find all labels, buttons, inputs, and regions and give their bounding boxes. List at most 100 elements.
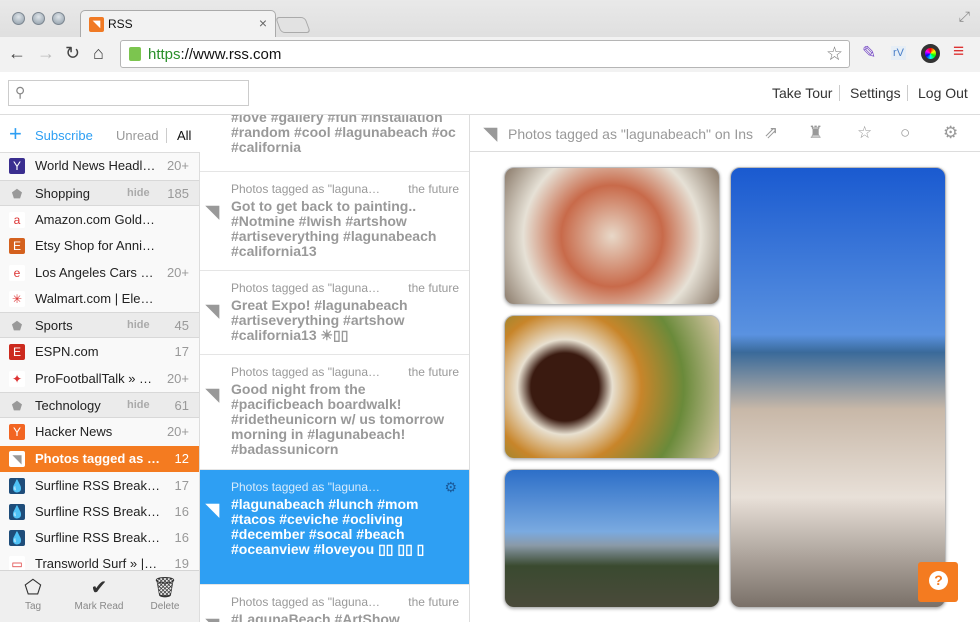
article-source: Photos tagged as "laguna… — [231, 595, 381, 609]
feed-favicon-icon: 💧 — [9, 504, 25, 520]
sidebar-feed[interactable]: a Amazon.com Gold… — [0, 207, 199, 233]
tag-icon: ⬟ — [11, 319, 23, 333]
article-title: #LagunaBeach #ArtShow — [231, 611, 400, 622]
color-extension-icon[interactable] — [921, 44, 940, 63]
hide-group-button[interactable]: hide — [127, 399, 150, 411]
unread-circle-icon[interactable]: ○ — [900, 123, 910, 143]
article-item[interactable]: Photos tagged as "laguna… the future ◥ Grea… — [200, 271, 469, 355]
sidebar-feed[interactable]: 💧 Surfline RSS Break… 17 — [0, 473, 199, 499]
article-toolbar: ◥ Photos tagged as "lagunabeach" on Inst… — [470, 115, 980, 152]
close-tab-icon[interactable]: × — [259, 15, 267, 31]
feed-label: ProFootballTalk » … — [35, 371, 153, 386]
trash-icon: 🗑 — [152, 577, 178, 599]
article-item[interactable]: Photos tagged as "laguna… the future ◥ #Lag… — [200, 585, 469, 622]
share-icon[interactable]: ⇗ — [764, 123, 778, 143]
mark-read-button[interactable]: ✔ Mark Read — [66, 575, 132, 612]
article-view: ◥ Photos tagged as "lagunabeach" on Inst… — [470, 115, 980, 622]
feed-favicon-icon: a — [9, 212, 25, 228]
zoom-window-button[interactable] — [52, 12, 65, 25]
photo-terrace[interactable] — [730, 167, 946, 608]
feed-favicon-icon: E — [9, 344, 25, 360]
sidebar-feed[interactable]: Y World News Headl… 20+ — [0, 153, 199, 179]
feed-favicon-icon: Y — [9, 424, 25, 440]
home-icon[interactable]: ⌂ — [93, 43, 104, 64]
address-bar[interactable]: https://www.rss.com ☆ — [120, 40, 850, 68]
feed-favicon-icon: 💧 — [9, 478, 25, 494]
help-icon: ? — [929, 571, 948, 590]
sidebar-group[interactable]: ⬟ Technology hide 61 — [0, 392, 199, 418]
hide-group-button[interactable]: hide — [127, 187, 150, 199]
checkmark-icon: ✔ — [90, 577, 108, 599]
app-header: ⚲ Take Tour Settings Log Out — [0, 72, 980, 115]
sidebar-feed[interactable]: 💧 Surfline RSS Break… 16 — [0, 499, 199, 525]
photo-ceviche[interactable] — [504, 167, 720, 305]
search-input[interactable]: ⚲ — [8, 80, 249, 106]
feed-favicon-icon: ✦ — [9, 371, 25, 387]
photo-tacos[interactable] — [504, 315, 720, 459]
menu-icon[interactable]: ≡ — [953, 41, 964, 63]
filter-all[interactable]: All — [177, 128, 191, 143]
unread-count: 17 — [174, 344, 189, 359]
tag-icon: ⬟ — [11, 399, 23, 413]
article-title: Great Expo! #lagunabeach #artiseverythin… — [231, 297, 408, 343]
tag-button[interactable]: ⬠ Tag — [0, 575, 66, 612]
photo-coast[interactable] — [504, 469, 720, 608]
feed-label: Los Angeles Cars … — [35, 265, 154, 280]
feed-favicon-icon: ◥ — [9, 451, 25, 467]
sidebar-feed[interactable]: E ESPN.com 17 — [0, 339, 199, 365]
article-source: Photos tagged as "laguna… — [231, 480, 381, 494]
log-out-link[interactable]: Log Out — [918, 85, 968, 101]
tag-icon: ⬟ — [11, 187, 23, 201]
unread-count: 20+ — [166, 265, 189, 280]
feed-label: Amazon.com Gold… — [35, 212, 155, 227]
help-button[interactable]: ? — [918, 562, 958, 602]
feed-label: Surfline RSS Break… — [35, 478, 160, 493]
sidebar-feed[interactable]: e Los Angeles Cars … 20+ — [0, 260, 199, 286]
hide-group-button[interactable]: hide — [127, 319, 150, 331]
lock-icon — [129, 47, 141, 61]
article-item[interactable]: Photos tagged as "laguna… the future ◥ Got … — [200, 172, 469, 271]
sidebar-group[interactable]: ⬟ Shopping hide 185 — [0, 180, 199, 206]
forward-icon[interactable]: → — [37, 43, 55, 64]
sidebar-feed[interactable]: ◥ Photos tagged as … 12 — [0, 446, 199, 472]
gear-icon[interactable]: ⚙ — [444, 479, 457, 496]
take-tour-link[interactable]: Take Tour — [772, 85, 832, 101]
unread-count: 45 — [174, 318, 189, 333]
article-feed-title[interactable]: Photos tagged as "lagunabeach" on Instag… — [508, 126, 753, 142]
rv-extension-icon[interactable]: rV — [891, 46, 906, 60]
feed-label: Walmart.com | Ele… — [35, 291, 154, 306]
article-time: the future — [408, 182, 459, 196]
new-tab-button[interactable] — [275, 17, 311, 33]
sidebar-feed[interactable]: Y Hacker News 20+ — [0, 419, 199, 445]
read-later-icon[interactable]: ♜ — [808, 123, 823, 143]
article-item[interactable]: Photos tagged as "laguna… the future ◥ Good… — [200, 355, 469, 470]
reload-icon[interactable]: ↻ — [65, 43, 80, 64]
unread-count: 61 — [174, 398, 189, 413]
unread-count: 20+ — [166, 371, 189, 386]
browser-chrome: ◥ RSS × ⤢ ← → ↻ ⌂ https://www.rss.com ☆ … — [0, 0, 980, 72]
article-item[interactable]: #love #gallery #fun #installation #rando… — [200, 115, 469, 172]
settings-link[interactable]: Settings — [850, 85, 901, 101]
minimize-window-button[interactable] — [32, 12, 45, 25]
sidebar-feed[interactable]: ✳ Walmart.com | Ele… — [0, 286, 199, 312]
subscribe-button[interactable]: Subscribe — [35, 128, 93, 143]
star-icon[interactable]: ☆ — [857, 123, 872, 143]
feed-favicon-icon: 💧 — [9, 530, 25, 546]
sidebar-group[interactable]: ⬟ Sports hide 45 — [0, 312, 199, 338]
delete-button[interactable]: 🗑 Delete — [132, 575, 198, 612]
sidebar-feed[interactable]: E Etsy Shop for Anni… — [0, 233, 199, 259]
bookmark-star-icon[interactable]: ☆ — [826, 43, 843, 66]
gear-icon[interactable]: ⚙ — [943, 123, 958, 143]
filter-unread[interactable]: Unread — [116, 128, 159, 143]
feed-label: ESPN.com — [35, 344, 99, 359]
browser-tab[interactable]: ◥ RSS × — [80, 10, 276, 37]
tag-icon: ⬠ — [24, 577, 42, 599]
plus-icon[interactable]: + — [9, 121, 22, 147]
eyedropper-extension-icon[interactable]: ✎ — [862, 43, 876, 63]
back-icon[interactable]: ← — [8, 43, 26, 64]
fullscreen-icon[interactable]: ⤢ — [959, 8, 970, 25]
close-window-button[interactable] — [12, 12, 25, 25]
article-item[interactable]: Photos tagged as "laguna… ◥ #lagunabeach #… — [200, 470, 469, 585]
sidebar-feed[interactable]: ✦ ProFootballTalk » … 20+ — [0, 366, 199, 392]
sidebar-feed[interactable]: 💧 Surfline RSS Break… 16 — [0, 525, 199, 551]
